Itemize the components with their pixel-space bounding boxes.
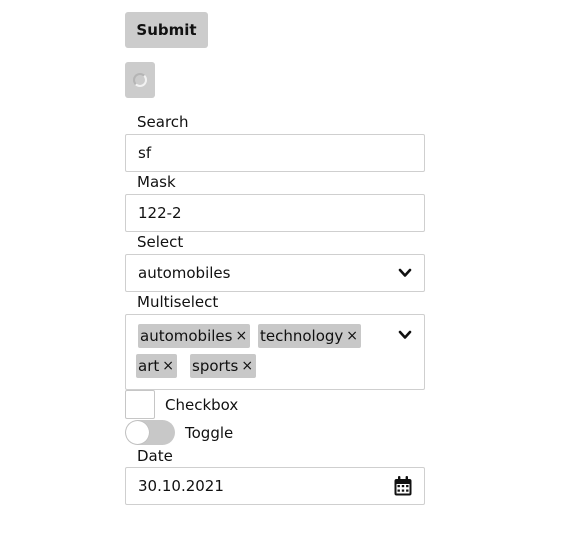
tag-remove-icon[interactable]: ×	[346, 328, 358, 344]
mask-input[interactable]	[125, 194, 425, 232]
tag-remove-icon[interactable]: ×	[235, 328, 247, 344]
loading-button[interactable]	[125, 62, 155, 98]
toggle-label: Toggle	[185, 424, 234, 442]
mask-label: Mask	[137, 173, 176, 191]
select-label: Select	[137, 233, 184, 251]
tag-remove-icon[interactable]: ×	[241, 358, 253, 374]
tag-label: art	[138, 357, 160, 375]
toggle-switch[interactable]	[125, 420, 175, 445]
checkbox[interactable]	[125, 390, 155, 419]
date-label: Date	[137, 447, 173, 465]
chevron-down-icon	[398, 330, 412, 339]
calendar-icon[interactable]	[394, 476, 412, 496]
date-value: 30.10.2021	[138, 477, 224, 495]
tag-sports: sports ×	[190, 354, 257, 378]
search-label: Search	[137, 113, 189, 131]
checkbox-label: Checkbox	[165, 396, 239, 414]
select-value: automobiles	[138, 264, 231, 282]
spinner-icon	[133, 73, 147, 87]
tag-label: technology	[260, 327, 344, 345]
tag-automobiles: automobiles ×	[138, 324, 251, 348]
tag-label: sports	[192, 357, 239, 375]
tag-label: automobiles	[140, 327, 233, 345]
tag-technology: technology ×	[258, 324, 362, 348]
multiselect-label: Multiselect	[137, 293, 219, 311]
search-input[interactable]	[125, 134, 425, 172]
date-input[interactable]: 30.10.2021	[125, 467, 425, 505]
tag-remove-icon[interactable]: ×	[162, 358, 174, 374]
select-dropdown[interactable]: automobiles	[125, 254, 425, 292]
submit-button[interactable]: Submit	[125, 12, 208, 48]
chevron-down-icon	[398, 268, 412, 277]
tag-art: art ×	[136, 354, 177, 378]
toggle-knob	[126, 421, 149, 444]
multiselect-dropdown[interactable]: automobiles × technology × art × sports …	[125, 314, 425, 390]
